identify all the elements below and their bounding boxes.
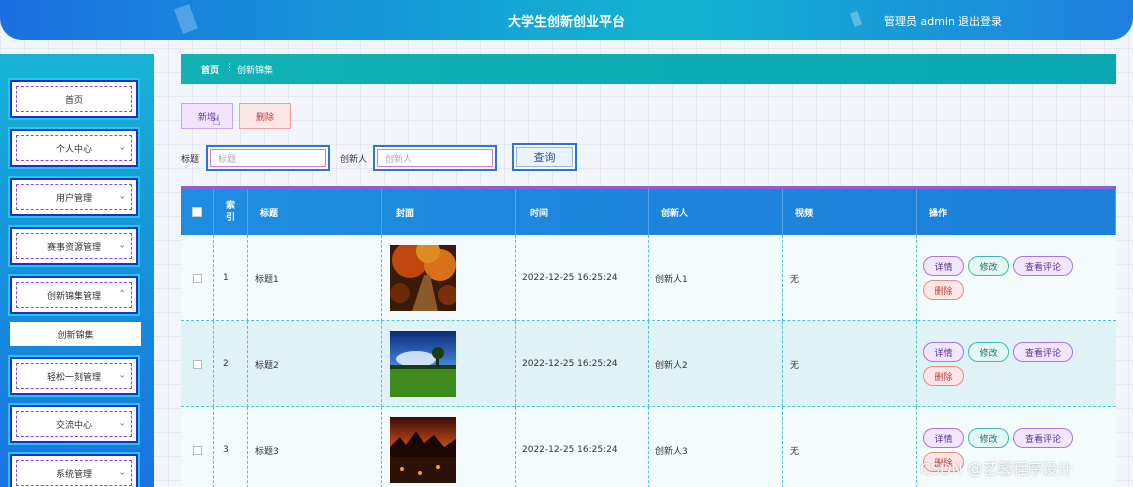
row-time: 2022-12-25 16:25:24 xyxy=(516,235,649,321)
cover-image-sunset-field xyxy=(390,417,456,483)
sidebar-item-label: 轻松一刻管理 xyxy=(46,372,101,383)
row-title: 标题3 xyxy=(248,407,382,487)
column-header-index: 索引 xyxy=(214,189,248,235)
edit-button[interactable]: 修改 xyxy=(968,428,1009,448)
row-title: 标题2 xyxy=(248,321,382,407)
column-header-time: 时间 xyxy=(516,189,649,235)
chevron-down-icon: ⌄ xyxy=(118,240,126,251)
row-index: 3 xyxy=(214,407,248,487)
breadcrumb-home[interactable]: 首页 xyxy=(201,63,219,76)
title-search-label: 标题 xyxy=(181,155,200,165)
sidebar-item-label: 创新锦集管理 xyxy=(46,291,101,302)
row-time: 2022-12-25 16:25:24 xyxy=(516,321,649,407)
top-header: 大学生创新创业平台 管理员 admin 退出登录 xyxy=(0,0,1133,40)
logout-link[interactable]: 退出登录 xyxy=(958,13,1002,29)
row-video: 无 xyxy=(783,321,917,407)
sidebar-item-home[interactable]: 首页 xyxy=(10,80,138,118)
batch-delete-button[interactable]: 删除 xyxy=(239,103,291,129)
sidebar-item-user-management[interactable]: 用户管理 ⌄ xyxy=(10,178,138,216)
table-row: 2 标题2 2022-12-25 16:25:24 创新人2 无 详情 修改 查… xyxy=(181,321,1116,407)
breadcrumb-separator: ⋮ xyxy=(225,63,234,73)
sidebar-item-label: 用户管理 xyxy=(55,193,92,204)
edit-button[interactable]: 修改 xyxy=(968,342,1009,362)
detail-button[interactable]: 详情 xyxy=(923,256,964,276)
search-button[interactable]: 查询 xyxy=(512,143,577,171)
delete-button[interactable]: 删除 xyxy=(923,280,964,300)
watermark: CSDN @艺馨程序设计 xyxy=(920,460,1073,478)
view-comments-button[interactable]: 查看评论 xyxy=(1013,256,1073,276)
hand-cursor-icon: ☝ xyxy=(212,113,221,129)
row-cover xyxy=(382,321,516,407)
select-all-checkbox-cell xyxy=(181,189,214,235)
column-header-cover: 封面 xyxy=(382,189,516,235)
title-search-input[interactable]: 标题 xyxy=(206,145,330,171)
creator-search-input[interactable]: 创新人 xyxy=(373,145,497,171)
sidebar-item-competition-resources[interactable]: 赛事资源管理 ⌄ xyxy=(10,227,138,265)
sidebar-item-system-management[interactable]: 系统管理 ⌄ xyxy=(10,454,138,487)
row-creator: 创新人3 xyxy=(649,407,783,487)
sidebar-item-personal-center[interactable]: 个人中心 ⌄ xyxy=(10,129,138,167)
sidebar-item-label: 个人中心 xyxy=(55,144,92,155)
chevron-up-icon: ⌃ xyxy=(118,289,126,300)
chevron-down-icon: ⌄ xyxy=(118,418,126,429)
breadcrumb: 首页 ⋮ 创新锦集 xyxy=(181,54,1116,84)
row-cover xyxy=(382,235,516,321)
row-time: 2022-12-25 16:25:24 xyxy=(516,407,649,487)
sidebar-item-label: 系统管理 xyxy=(55,469,92,480)
column-header-creator: 创新人 xyxy=(649,189,783,235)
creator-search-label: 创新人 xyxy=(340,155,368,165)
data-table: 索引 标题 封面 时间 创新人 视频 操作 1 标题1 2022-12-25 1… xyxy=(181,186,1116,487)
column-header-video: 视频 xyxy=(783,189,917,235)
row-index: 1 xyxy=(214,235,248,321)
column-header-title: 标题 xyxy=(248,189,382,235)
sidebar-item-label: 首页 xyxy=(64,95,83,106)
chevron-down-icon: ⌄ xyxy=(118,191,126,202)
current-user: 管理员 admin xyxy=(884,15,955,28)
breadcrumb-current: 创新锦集 xyxy=(237,66,274,76)
add-button[interactable]: 新增 xyxy=(181,103,233,129)
row-video: 无 xyxy=(783,407,917,487)
chevron-down-icon: ⌄ xyxy=(118,467,126,478)
select-all-checkbox[interactable] xyxy=(192,207,202,217)
edit-button[interactable]: 修改 xyxy=(968,256,1009,276)
table-header: 索引 标题 封面 时间 创新人 视频 操作 xyxy=(181,189,1116,235)
row-title: 标题1 xyxy=(248,235,382,321)
table-row: 1 标题1 2022-12-25 16:25:24 创新人1 无 详情 修改 查… xyxy=(181,235,1116,321)
row-cover xyxy=(382,407,516,487)
detail-button[interactable]: 详情 xyxy=(923,428,964,448)
cover-image-autumn-forest-path xyxy=(390,245,456,311)
row-creator: 创新人2 xyxy=(649,321,783,407)
sidebar-item-innovation-collection[interactable]: 创新锦集管理 ⌃ xyxy=(10,276,138,314)
delete-button[interactable]: 删除 xyxy=(923,366,964,386)
row-checkbox[interactable] xyxy=(192,273,202,283)
view-comments-button[interactable]: 查看评论 xyxy=(1013,428,1073,448)
sidebar-item-label: 赛事资源管理 xyxy=(46,242,101,253)
cover-image-green-meadow-sky xyxy=(390,331,456,397)
detail-button[interactable]: 详情 xyxy=(923,342,964,362)
row-video: 无 xyxy=(783,235,917,321)
chevron-down-icon: ⌄ xyxy=(118,142,126,153)
chevron-down-icon: ⌄ xyxy=(118,370,126,381)
sidebar-item-exchange-center[interactable]: 交流中心 ⌄ xyxy=(10,405,138,443)
row-index: 2 xyxy=(214,321,248,407)
sidebar-item-relax-moment[interactable]: 轻松一刻管理 ⌄ xyxy=(10,357,138,395)
view-comments-button[interactable]: 查看评论 xyxy=(1013,342,1073,362)
column-header-actions: 操作 xyxy=(917,189,1116,235)
sidebar-item-label: 交流中心 xyxy=(55,420,92,431)
row-creator: 创新人1 xyxy=(649,235,783,321)
row-checkbox[interactable] xyxy=(192,445,202,455)
sidebar-subitem-innovation-collection[interactable]: 创新锦集 xyxy=(10,322,141,346)
row-checkbox[interactable] xyxy=(192,359,202,369)
